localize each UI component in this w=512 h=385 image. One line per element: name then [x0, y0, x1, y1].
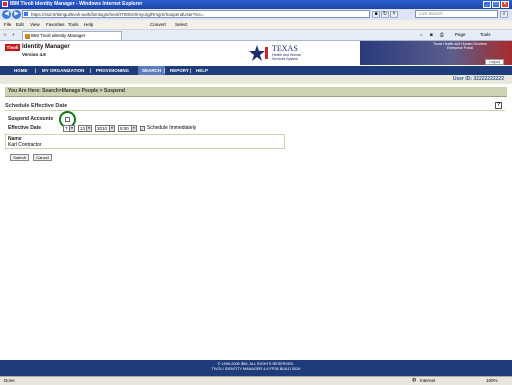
chevron-down-icon: ▼ [86, 126, 91, 131]
search-input[interactable]: Live Search [415, 10, 498, 18]
menu-help[interactable]: Help [84, 21, 93, 28]
status-text: Done [4, 378, 15, 383]
window-title: IBM Tivoli Identity Manager - Windows In… [10, 1, 143, 7]
refresh-icon[interactable]: ↻ [381, 11, 389, 18]
section-title: Schedule Effective Date [5, 103, 68, 109]
cancel-button[interactable]: Cancel [33, 154, 52, 161]
app-title: Identity Manager [22, 44, 70, 50]
favorites-star-icon[interactable]: ☆ [3, 31, 7, 38]
menu-file[interactable]: File [4, 21, 11, 28]
minimize-button[interactable]: _ [483, 1, 491, 8]
forward-button[interactable]: ▶ [12, 10, 21, 19]
add-favorite-icon[interactable]: + [12, 31, 15, 38]
nav-help[interactable]: HELP [192, 66, 212, 75]
chevron-down-icon: ▼ [69, 126, 74, 131]
name-value: Karl Contractor [8, 142, 42, 148]
app-icon [2, 1, 8, 7]
feeds-icon[interactable]: ◙ [430, 31, 433, 38]
name-box [5, 134, 285, 149]
userid-bar [0, 75, 512, 84]
home-icon[interactable]: ⌂ [420, 31, 423, 38]
tab-row: ☆ + IBM Tivoli Identity Manager ⌂ ◙ ⎙ Pa… [0, 30, 512, 41]
menu-tools[interactable]: Tools [68, 21, 79, 28]
page-icon [24, 12, 28, 16]
print-icon[interactable]: ⎙ [440, 31, 444, 38]
help-icon[interactable]: ? [495, 102, 502, 109]
tivoli-logo: Tivoli [5, 44, 20, 51]
banner-text: Texas Health and Human Services Enterpri… [430, 42, 490, 50]
tools-menu[interactable]: Tools [480, 31, 491, 38]
texas-subtitle: Health and Human Services System [272, 53, 301, 61]
nav-provisioning[interactable]: PROVISIONING [92, 66, 133, 75]
lock-icon[interactable]: ■ [372, 11, 380, 18]
tab-itim[interactable]: IBM Tivoli Identity Manager [22, 31, 122, 40]
zone-text: Internet [420, 378, 436, 383]
tab-label: IBM Tivoli Identity Manager [31, 33, 86, 38]
app-version: Version 4.6 [22, 52, 46, 57]
stop-icon[interactable]: × [390, 11, 398, 18]
menu-bar: File Edit View Favorites Tools Help Conv… [0, 20, 512, 30]
maximize-button[interactable]: □ [492, 1, 500, 8]
submit-button[interactable]: Submit [10, 154, 29, 161]
day-value: 13 [80, 126, 86, 131]
chevron-down-icon: ▼ [131, 126, 136, 131]
address-bar[interactable]: https://ssd-9/itimgui/tivoli-auth/ibmlog… [22, 10, 370, 18]
effective-date-label: Effective Date [8, 125, 42, 131]
menu-edit[interactable]: Edit [16, 21, 24, 28]
section-divider [5, 110, 505, 111]
chevron-down-icon: ▼ [109, 126, 114, 131]
select-button[interactable]: Select [175, 21, 188, 28]
texas-subtitle-line: Services System [272, 57, 299, 61]
menu-view[interactable]: View [30, 21, 40, 28]
window-title-bar: IBM Tivoli Identity Manager - Windows In… [0, 0, 512, 9]
footer-build: TIVOLI IDENTITY MANAGER 4.6 FP38 BUILD 5… [211, 367, 301, 371]
search-icon[interactable]: ⌕ [500, 11, 508, 18]
close-button[interactable]: × [501, 1, 509, 8]
time-value: 5:00 [120, 126, 129, 131]
schedule-immediately-checkbox[interactable]: ✓ [140, 126, 145, 131]
globe-icon: ◍ [412, 377, 417, 383]
logout-button[interactable]: Logout [485, 59, 504, 65]
banner-line: Enterprise Portal [446, 46, 474, 50]
suspend-accounts-label: Suspend Accounts [8, 116, 54, 122]
month-value: 7 [65, 126, 68, 131]
schedule-immediately-label: Schedule Immediately [147, 125, 197, 131]
breadcrumb: You Are Here: Search>Manage People > Sus… [8, 88, 125, 94]
back-button[interactable]: ◀ [2, 10, 11, 19]
menu-favorites[interactable]: Favorites [46, 21, 65, 28]
user-id: User ID: 32222222222 [452, 76, 504, 82]
page-menu[interactable]: Page [455, 31, 466, 38]
zoom-level[interactable]: 100% [486, 377, 498, 384]
page-footer: © 1999-2005 IBM. ALL RIGHTS RESERVED. TI… [0, 360, 512, 376]
month-select[interactable]: 7 ▼ [63, 125, 75, 132]
nav-home[interactable]: HOME [10, 66, 32, 75]
day-select[interactable]: 13 ▼ [78, 125, 92, 132]
year-value: 2010 [97, 126, 108, 131]
texas-title: TEXAS [272, 44, 298, 53]
year-select[interactable]: 2010 ▼ [95, 125, 115, 132]
time-select[interactable]: 5:00 ▼ [118, 125, 137, 132]
nav-my-organization[interactable]: MY ORGANIZATION [38, 66, 88, 75]
convert-button[interactable]: Convert [150, 21, 166, 28]
tab-favicon-icon [25, 34, 30, 39]
